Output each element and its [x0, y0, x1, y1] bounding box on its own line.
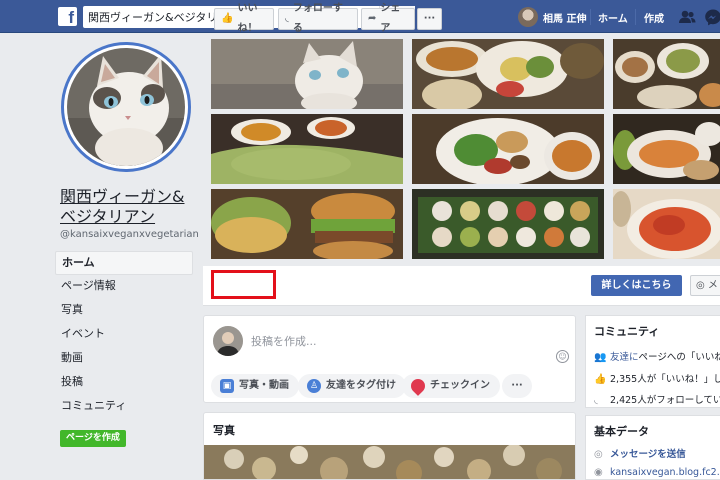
cover-photo-dosa[interactable]	[211, 114, 403, 184]
invite-text: ページへの「いいね	[638, 352, 720, 363]
facebook-logo-icon[interactable]: f	[58, 7, 77, 26]
invite-friends-link[interactable]: 友達に	[610, 352, 639, 363]
cover-photo-salad-plate[interactable]	[412, 114, 604, 184]
thumbs-up-icon: 👍	[594, 374, 607, 385]
sidebar-item-community[interactable]: コミュニティ	[55, 395, 193, 419]
checkin-label: チェックイン	[430, 380, 490, 391]
like-label: いいね！	[237, 3, 258, 34]
avatar	[518, 7, 538, 27]
messenger-icon: ◎	[696, 280, 705, 291]
learn-more-button[interactable]: 詳しくはこちら	[591, 275, 682, 296]
website-link[interactable]: kansaixvegan.blog.fc2.com	[610, 467, 720, 478]
profile-picture[interactable]	[61, 42, 191, 172]
photo-video-button[interactable]: ▣ 写真・動画	[211, 374, 299, 398]
create-page-button[interactable]: ページを作成	[60, 430, 126, 447]
likes-count: 2,355人が「いいね！」し	[610, 374, 720, 385]
message-label: メ	[707, 280, 718, 291]
nav-create-link[interactable]: 作成	[644, 10, 664, 25]
tag-person-icon: ♙	[307, 379, 321, 393]
rss-icon: ◟	[594, 395, 598, 406]
composer-input[interactable]: 投稿を作成...	[251, 333, 317, 349]
cover-photo-pasta[interactable]	[613, 189, 720, 259]
sidebar-item-events[interactable]: イベント	[55, 323, 193, 347]
more-actions-button[interactable]: ···	[417, 8, 442, 30]
nav-home-link[interactable]: ホーム	[598, 10, 628, 25]
location-pin-icon	[408, 376, 428, 396]
like-button[interactable]: 👍 いいね！	[214, 3, 274, 34]
about-panel: 基本データ ◎ メッセージを送信 ◉ kansaixvegan.blog.fc2.c…	[585, 415, 720, 480]
share-button[interactable]: ➦ シェア	[361, 3, 415, 34]
globe-icon: ◉	[594, 467, 603, 478]
follow-button[interactable]: ◟ フォローする	[278, 3, 358, 34]
messenger-icon[interactable]	[704, 8, 720, 26]
about-title: 基本データ	[594, 425, 649, 438]
rss-icon: ◟	[285, 13, 289, 24]
like-button-highlight	[211, 270, 276, 299]
photo-video-label: 写真・動画	[239, 380, 289, 391]
cover-photo-dish-platter[interactable]	[412, 39, 604, 109]
cover-photo-burger[interactable]	[211, 189, 403, 259]
likes-count-row: 👍 2,355人が「いいね！」し	[594, 371, 720, 385]
follows-count-row: ◟ 2,425人がフォローしてい	[594, 392, 720, 406]
emoji-icon[interactable]: ☺	[556, 350, 569, 363]
website-row: ◉ kansaixvegan.blog.fc2.com	[594, 467, 720, 478]
tag-friends-button[interactable]: ♙ 友達をタグ付け	[298, 374, 406, 398]
photos-section: 写真	[203, 412, 576, 480]
people-icon: 👥	[594, 352, 607, 363]
cover-photo-avocado[interactable]	[613, 114, 720, 184]
post-composer: 投稿を作成... ☺ ▣ 写真・動画 ♙ 友達をタグ付け チェックイン ···	[203, 315, 576, 403]
more-icon: ···	[511, 380, 523, 391]
thumbs-up-icon: 👍	[221, 13, 234, 24]
friends-icon[interactable]	[678, 8, 696, 26]
more-options-button[interactable]: ···	[502, 374, 532, 398]
cat-photo	[67, 48, 185, 166]
cover-photo-bento[interactable]	[412, 189, 604, 259]
page-username[interactable]: @kansaixveganxvegetarian	[60, 229, 199, 240]
page-sidebar-nav: ホーム ページ情報 写真 イベント 動画 投稿 コミュニティ	[55, 251, 193, 419]
sidebar-item-about[interactable]: ページ情報	[55, 275, 193, 299]
nav-divider	[590, 9, 591, 25]
follow-label: フォローする	[292, 3, 343, 34]
photo-icon: ▣	[220, 379, 234, 393]
photos-section-title: 写真	[213, 424, 235, 437]
page-title[interactable]: 関西ヴィーガン&ベジタリアン	[60, 187, 200, 227]
avatar	[213, 326, 243, 356]
sidebar-item-videos[interactable]: 動画	[55, 347, 193, 371]
cover-photo-bowls[interactable]	[613, 39, 720, 109]
message-button[interactable]: ◎ メ	[690, 275, 720, 296]
top-navigation-bar: f 相馬 正伸 ホーム 作成	[0, 0, 720, 33]
invite-friends-row: 👥 友達にページへの「いいね	[594, 349, 720, 363]
messenger-icon: ◎	[594, 449, 603, 460]
sidebar-item-photos[interactable]: 写真	[55, 299, 193, 323]
sidebar-item-home[interactable]: ホーム	[55, 251, 193, 275]
tag-friends-label: 友達をタグ付け	[326, 380, 396, 391]
cover-photo-cat[interactable]	[211, 39, 403, 109]
share-label: シェア	[380, 3, 401, 34]
photos-section-image[interactable]	[204, 445, 576, 480]
user-name: 相馬 正伸	[543, 13, 587, 25]
send-message-row: ◎ メッセージを送信	[594, 446, 686, 460]
community-panel: コミュニティ 👥 友達にページへの「いいね 👍 2,355人が「いいね！」し ◟ 2,…	[585, 315, 720, 408]
checkin-button[interactable]: チェックイン	[402, 374, 500, 398]
community-title: コミュニティ	[594, 325, 660, 338]
nav-profile-link[interactable]: 相馬 正伸	[518, 6, 586, 28]
share-arrow-icon: ➦	[368, 13, 377, 24]
nav-divider	[635, 9, 636, 25]
send-message-link[interactable]: メッセージを送信	[610, 449, 686, 460]
sidebar-item-posts[interactable]: 投稿	[55, 371, 193, 395]
follows-count: 2,425人がフォローしてい	[610, 395, 720, 406]
more-icon: ···	[423, 13, 436, 24]
